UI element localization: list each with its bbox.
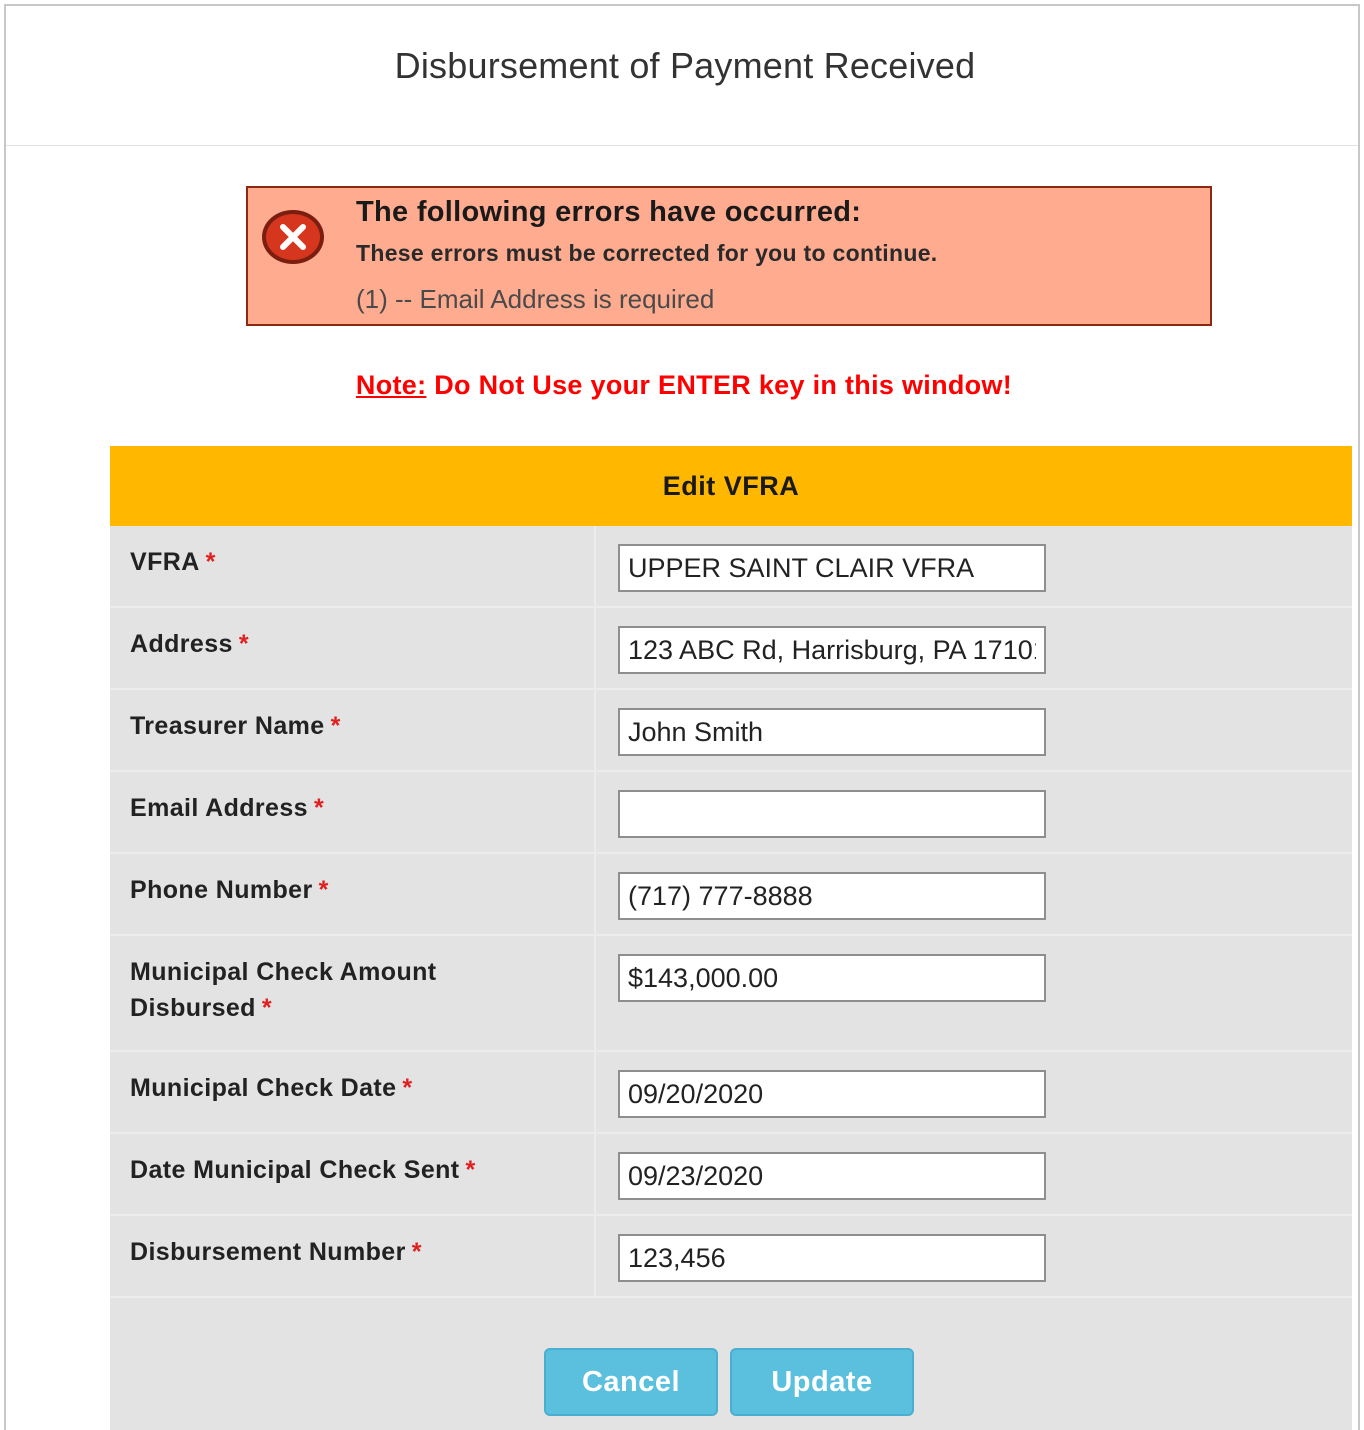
error-item: (1) -- Email Address is required	[356, 284, 715, 314]
error-x-circle-icon	[262, 210, 324, 264]
form-row-check-sent-date: Date Municipal Check Sent *	[110, 1134, 1352, 1216]
form-row-check-amount: Municipal Check Amount Disbursed *	[110, 936, 1352, 1052]
field-label: Municipal Check Date *	[110, 1052, 596, 1132]
required-marker: *	[205, 548, 216, 576]
input-cell	[596, 936, 1352, 1050]
required-marker: *	[318, 876, 329, 904]
note-text: Do Not Use your ENTER key in this window…	[426, 370, 1013, 400]
input-cell	[596, 526, 1352, 606]
input-cell	[596, 1052, 1352, 1132]
field-label: Address *	[110, 608, 596, 688]
field-label: Email Address *	[110, 772, 596, 852]
form-row-email-address: Email Address *	[110, 772, 1352, 854]
field-label-text: Municipal Check Amount Disbursed	[130, 958, 437, 1022]
edit-vfra-panel: Edit VFRA VFRA* Address* Treasurer Name*…	[110, 446, 1352, 1430]
vfra-field[interactable]	[618, 544, 1046, 592]
field-label: VFRA *	[110, 526, 596, 606]
field-label-text: Email Address	[130, 794, 308, 822]
field-label-text: Treasurer Name	[130, 712, 325, 740]
field-label: Treasurer Name *	[110, 690, 596, 770]
form-actions: Cancel Update	[110, 1348, 1352, 1416]
cancel-button[interactable]: Cancel	[544, 1348, 718, 1416]
field-label-text: Address	[130, 630, 233, 658]
field-label-text: Date Municipal Check Sent	[130, 1156, 460, 1184]
input-cell	[596, 772, 1352, 852]
required-marker: *	[313, 794, 325, 822]
update-button[interactable]: Update	[730, 1348, 914, 1416]
field-label-text: Disbursement Number	[130, 1238, 406, 1266]
form-row-phone-number: Phone Number *	[110, 854, 1352, 936]
disbursement-number-field[interactable]	[618, 1234, 1046, 1282]
error-heading: The following errors have occurred:	[356, 196, 862, 228]
required-marker: *	[465, 1156, 476, 1184]
input-cell	[596, 690, 1352, 770]
required-marker: *	[411, 1238, 422, 1266]
address-field[interactable]	[618, 626, 1046, 674]
form-row-vfra: VFRA *	[110, 526, 1352, 608]
error-summary: The following errors have occurred: Thes…	[246, 186, 1212, 326]
enter-key-note: Note: Do Not Use your ENTER key in this …	[6, 370, 1362, 401]
field-label: Phone Number *	[110, 854, 596, 934]
required-marker: *	[238, 630, 249, 658]
form-row-address: Address *	[110, 608, 1352, 690]
check-date-field[interactable]	[618, 1070, 1046, 1118]
check-amount-field[interactable]	[618, 954, 1046, 1002]
field-label-text: Municipal Check Date	[130, 1074, 397, 1102]
check-sent-date-field[interactable]	[618, 1152, 1046, 1200]
form-row-check-date: Municipal Check Date *	[110, 1052, 1352, 1134]
form-row-treasurer-name: Treasurer Name *	[110, 690, 1352, 772]
required-marker: *	[330, 712, 341, 740]
input-cell	[596, 854, 1352, 934]
field-label: Date Municipal Check Sent *	[110, 1134, 596, 1214]
input-cell	[596, 1134, 1352, 1214]
email-address-field[interactable]	[618, 790, 1046, 838]
field-label: Disbursement Number *	[110, 1216, 596, 1296]
title-bar: Disbursement of Payment Received	[6, 6, 1358, 146]
required-marker: *	[402, 1074, 413, 1102]
note-label: Note:	[355, 370, 427, 400]
phone-number-field[interactable]	[618, 872, 1046, 920]
field-label: Municipal Check Amount Disbursed *	[110, 936, 596, 1050]
field-label-text: Phone Number	[130, 876, 313, 904]
error-subheading: These errors must be corrected for you t…	[356, 240, 938, 266]
dialog-frame: Disbursement of Payment Received The fol…	[4, 4, 1360, 1430]
field-label-text: VFRA	[130, 548, 200, 576]
page-title: Disbursement of Payment Received	[394, 44, 976, 86]
input-cell	[596, 1216, 1352, 1296]
input-cell	[596, 608, 1352, 688]
treasurer-name-field[interactable]	[618, 708, 1046, 756]
required-marker: *	[261, 994, 272, 1022]
panel-header: Edit VFRA	[110, 446, 1352, 526]
form-row-disbursement-number: Disbursement Number *	[110, 1216, 1352, 1298]
